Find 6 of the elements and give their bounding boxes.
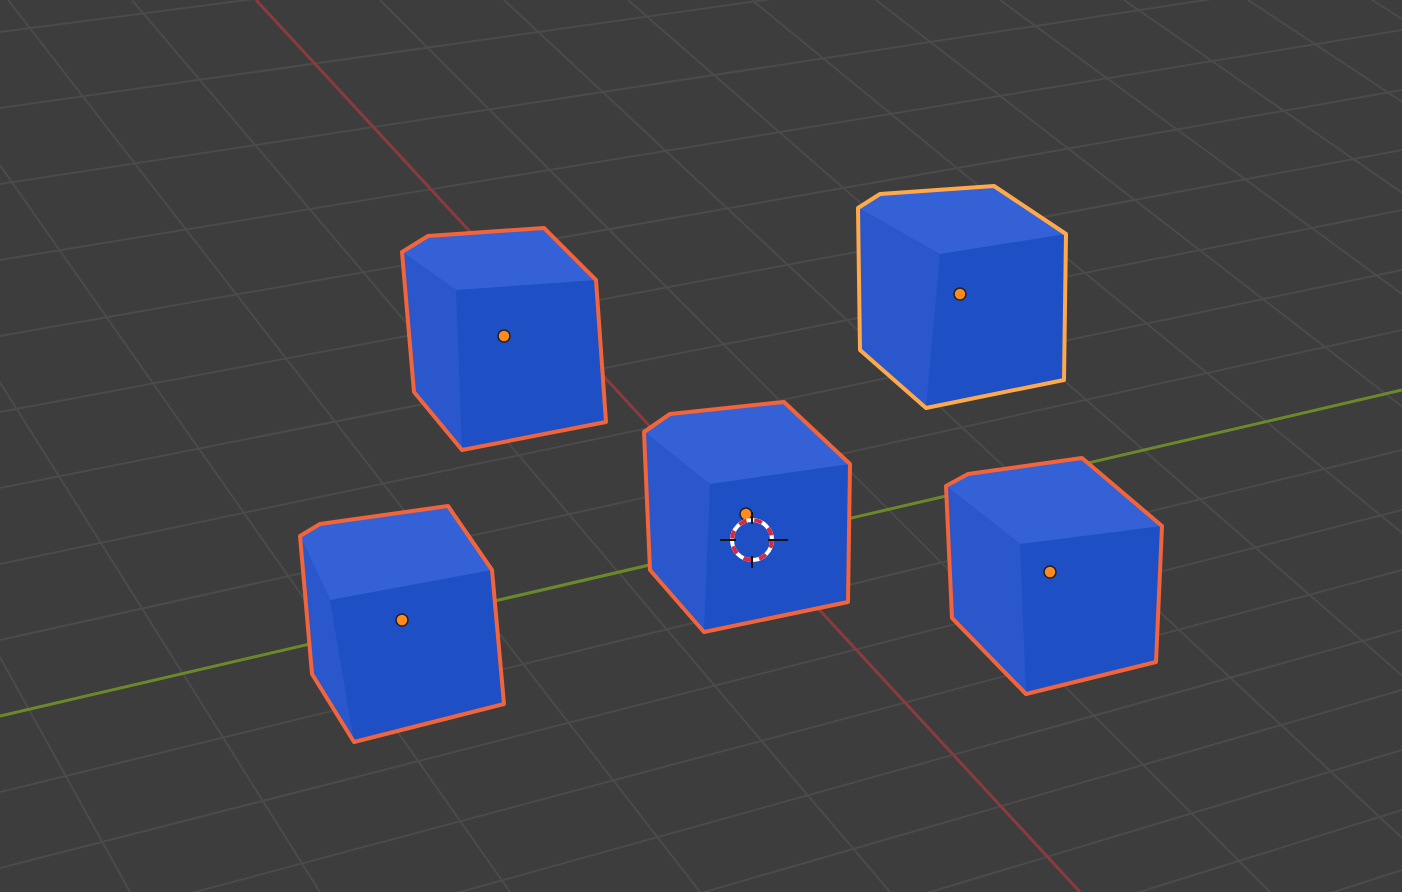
cube[interactable] xyxy=(298,504,506,744)
cube[interactable] xyxy=(400,226,608,452)
cube[interactable] xyxy=(642,400,852,634)
cube[interactable] xyxy=(856,184,1068,410)
cursor-icon xyxy=(719,511,789,569)
cube[interactable] xyxy=(944,456,1164,696)
